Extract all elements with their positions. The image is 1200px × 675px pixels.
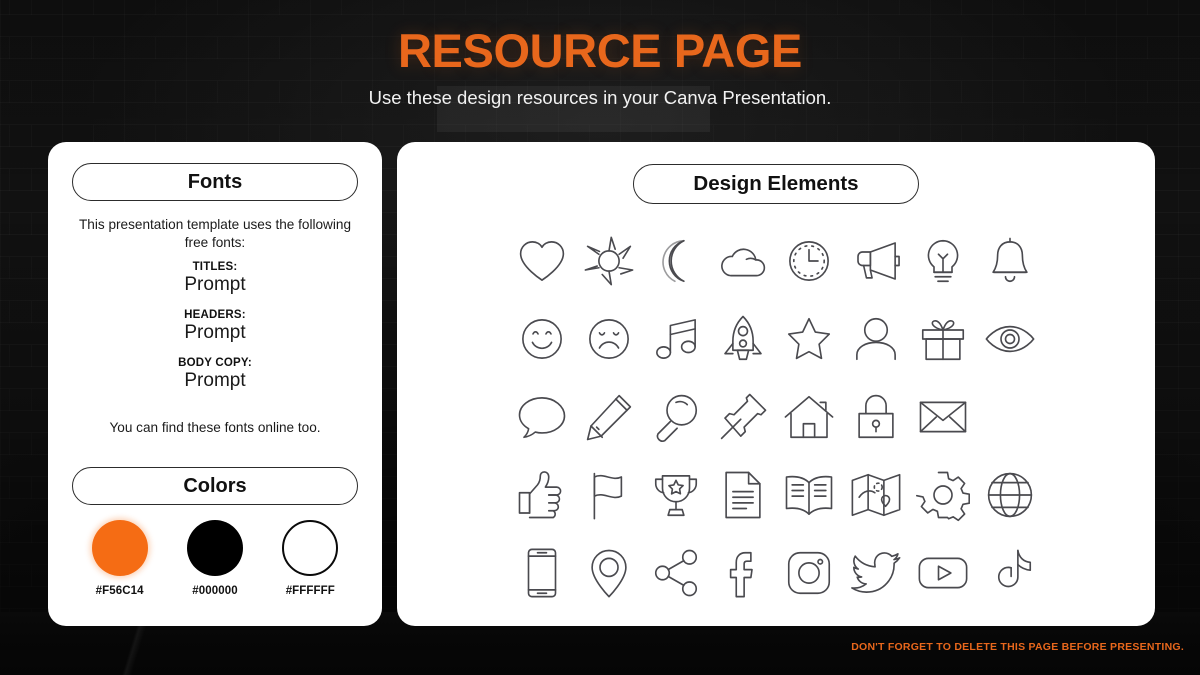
location-pin-icon[interactable] bbox=[582, 546, 636, 600]
lock-icon[interactable] bbox=[849, 390, 903, 444]
thumbs-up-icon[interactable] bbox=[515, 468, 569, 522]
lightbulb-icon[interactable] bbox=[916, 234, 970, 288]
color-swatch-black[interactable]: #000000 bbox=[172, 520, 258, 597]
design-elements-icon-grid bbox=[509, 222, 1043, 612]
color-hex-orange: #F56C14 bbox=[95, 585, 144, 597]
fonts-section-label: Fonts bbox=[187, 171, 243, 193]
tiktok-icon[interactable] bbox=[983, 546, 1037, 600]
facebook-icon[interactable] bbox=[716, 546, 770, 600]
color-hex-white: #FFFFFF bbox=[285, 585, 335, 597]
fonts-section-header: Fonts bbox=[72, 163, 358, 201]
design-elements-section-header: Design Elements bbox=[633, 164, 919, 204]
cloud-icon[interactable] bbox=[716, 234, 770, 288]
music-note-icon[interactable] bbox=[649, 312, 703, 366]
design-elements-section-label: Design Elements bbox=[693, 171, 859, 195]
map-icon[interactable] bbox=[849, 468, 903, 522]
magnifier-icon[interactable] bbox=[649, 390, 703, 444]
rocket-icon[interactable] bbox=[716, 312, 770, 366]
twitter-icon[interactable] bbox=[849, 546, 903, 600]
bell-icon[interactable] bbox=[983, 234, 1037, 288]
person-icon[interactable] bbox=[849, 312, 903, 366]
color-swatch-white[interactable]: #FFFFFF bbox=[267, 520, 353, 597]
font-group-titles-value: Prompt bbox=[184, 274, 246, 295]
page-subtitle: Use these design resources in your Canva… bbox=[368, 87, 832, 109]
font-group-titles: TITLES: Prompt bbox=[72, 261, 358, 296]
color-dot-white bbox=[282, 520, 339, 576]
envelope-icon[interactable] bbox=[916, 390, 970, 444]
font-group-body-copy: BODY COPY: Prompt bbox=[72, 357, 358, 392]
smiley-face-icon[interactable] bbox=[515, 312, 569, 366]
house-icon[interactable] bbox=[782, 390, 836, 444]
font-group-body-copy-value: Prompt bbox=[184, 370, 246, 391]
sad-face-icon[interactable] bbox=[582, 312, 636, 366]
colors-section-header: Colors bbox=[72, 467, 358, 505]
star-icon[interactable] bbox=[782, 312, 836, 366]
footer-warning-note: DON'T FORGET TO DELETE THIS PAGE BEFORE … bbox=[851, 641, 1184, 653]
trophy-icon[interactable] bbox=[649, 468, 703, 522]
heart-icon[interactable] bbox=[515, 234, 569, 288]
colors-section-label: Colors bbox=[183, 475, 247, 497]
gear-icon[interactable] bbox=[915, 468, 970, 522]
design-elements-card: Design Elements bbox=[397, 142, 1155, 626]
color-hex-black: #000000 bbox=[192, 585, 238, 597]
share-icon[interactable] bbox=[649, 546, 703, 600]
font-group-headers-label: HEADERS: bbox=[184, 309, 246, 321]
document-icon[interactable] bbox=[716, 468, 770, 522]
floor-highlight bbox=[0, 618, 290, 675]
fonts-outro-text: You can find these fonts online too. bbox=[109, 420, 321, 435]
pushpin-icon[interactable] bbox=[716, 390, 770, 444]
speech-bubble-icon[interactable] bbox=[515, 390, 569, 444]
font-group-headers-value: Prompt bbox=[184, 322, 246, 343]
youtube-icon[interactable] bbox=[916, 546, 970, 600]
font-group-body-copy-label: BODY COPY: bbox=[178, 357, 252, 369]
moon-icon[interactable] bbox=[649, 234, 703, 288]
color-swatch-row: #F56C14 #000000 #FFFFFF bbox=[72, 520, 358, 597]
gift-icon[interactable] bbox=[916, 312, 970, 366]
slide-header: RESOURCE PAGE Use these design resources… bbox=[0, 0, 1200, 140]
color-dot-black bbox=[186, 520, 243, 576]
page-title: RESOURCE PAGE bbox=[398, 24, 802, 77]
globe-icon[interactable] bbox=[983, 468, 1037, 522]
megaphone-icon[interactable] bbox=[849, 234, 903, 288]
pencil-icon[interactable] bbox=[582, 390, 636, 444]
sun-icon[interactable] bbox=[582, 234, 636, 288]
book-icon[interactable] bbox=[782, 468, 836, 522]
clock-icon[interactable] bbox=[782, 234, 836, 288]
color-swatch-orange[interactable]: #F56C14 bbox=[77, 520, 163, 597]
instagram-icon[interactable] bbox=[782, 546, 836, 600]
phone-icon[interactable] bbox=[515, 546, 569, 600]
font-group-titles-label: TITLES: bbox=[192, 261, 238, 273]
flag-icon[interactable] bbox=[582, 468, 636, 522]
slide-canvas: RESOURCE PAGE Use these design resources… bbox=[0, 0, 1200, 675]
fonts-intro-text: This presentation template uses the foll… bbox=[78, 217, 352, 250]
fonts-and-colors-card: Fonts This presentation template uses th… bbox=[48, 142, 382, 626]
font-group-headers: HEADERS: Prompt bbox=[72, 309, 358, 344]
color-dot-orange bbox=[91, 520, 148, 576]
eye-icon[interactable] bbox=[983, 312, 1037, 366]
